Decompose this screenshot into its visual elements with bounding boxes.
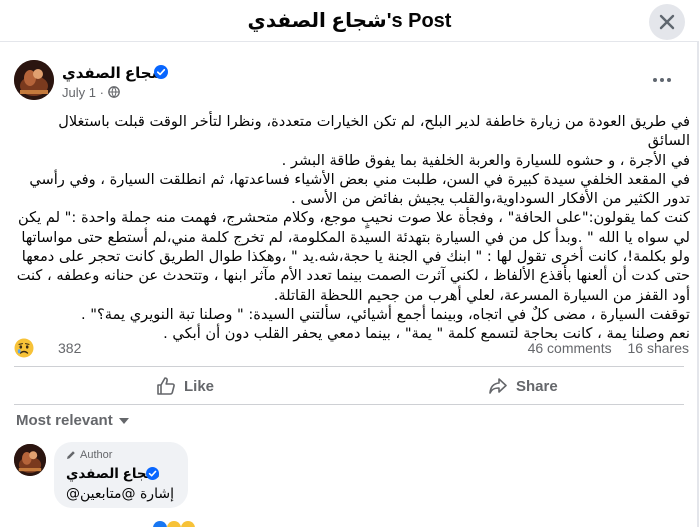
share-label: Share [516, 377, 558, 395]
share-button[interactable]: Share [488, 370, 558, 402]
close-button[interactable] [649, 4, 685, 40]
meta-separator: · [99, 85, 104, 100]
author-badge: Author [66, 449, 112, 461]
commenter-avatar[interactable] [14, 444, 46, 476]
thumbs-up-icon [157, 377, 175, 395]
comment-text: @إشارة @متابعين [66, 486, 174, 502]
comment-sort-dropdown[interactable]: Most relevant [16, 412, 129, 429]
reaction-count: 382 [58, 340, 82, 356]
post-line: حتى كدت أن ألعنها بأقذع الألفاظ ، لكني آ… [16, 267, 690, 285]
sort-label: Most relevant [16, 412, 113, 429]
author-name[interactable]: شجاع الصفدي [62, 64, 166, 82]
post-author-row: شجاع الصفدي July 1 · [14, 60, 684, 104]
comments-count[interactable]: 46 comments [528, 340, 612, 356]
dialog-header: شجاع الصفدي's Post [0, 0, 699, 42]
post-line: كنت كما يقولون:"على الحافة" ، وفجأة علا … [18, 209, 690, 227]
post-line: في المقعد الخلفي سيدة كبيرة في السن، طلب… [29, 170, 690, 188]
like-button[interactable]: Like [156, 370, 214, 402]
pencil-icon [67, 451, 75, 459]
post-line: توقفت السيارة ، مضى كلٌ في اتجاه، وبينما… [81, 305, 690, 323]
comment-bubble: Author شجاع الصفدي @إشارة @متابعين [54, 442, 188, 508]
close-icon [659, 14, 675, 30]
divider [14, 404, 684, 405]
shares-count[interactable]: 16 shares [628, 340, 689, 356]
post-line: في الأجرة ، و حشوه للسيارة والعربة الخلف… [281, 151, 690, 169]
post-line: لي سواه يا الله " .وبدأ كل من في السيارة… [21, 228, 690, 246]
verified-badge-icon [154, 65, 168, 79]
post-actions: Like Share [14, 368, 684, 402]
post-stats: 46 comments 16 shares [516, 340, 689, 356]
like-label: Like [184, 377, 215, 395]
sad-face-icon [14, 338, 34, 358]
post-dialog: شجاع الصفدي's Post شجاع الصفدي July 1 · [0, 0, 699, 527]
verified-badge-icon [146, 467, 159, 480]
author-badge-label: Author [80, 449, 113, 461]
post-line: ولو بكلمة!، كانت أخرى تقول لها : " ابنك … [21, 248, 690, 266]
comment-item: Author شجاع الصفدي @إشارة @متابعين [14, 440, 314, 520]
post-line: تدور الكثير من الأفكار السوداوية،والقلب … [291, 190, 690, 208]
chevron-down-icon [118, 417, 129, 424]
comment-reactions-peek [150, 514, 210, 527]
post-date[interactable]: July 1 [62, 85, 96, 100]
more-options-button[interactable] [646, 64, 678, 96]
more-dots-icon [653, 78, 671, 82]
dialog-title: شجاع الصفدي's Post [247, 10, 452, 32]
post-line: في طريق العودة من زيارة خاطفة لدير البلح… [58, 113, 690, 150]
post-line: أود القفز من السيارة المسرعة، لعلي أهرب … [273, 286, 690, 304]
divider [14, 366, 684, 367]
post-body: في طريق العودة من زيارة خاطفة لدير البلح… [14, 112, 690, 344]
globe-icon [107, 86, 120, 98]
author-avatar[interactable] [14, 60, 54, 100]
post-meta: July 1 · [62, 85, 120, 100]
share-arrow-icon [489, 378, 507, 394]
